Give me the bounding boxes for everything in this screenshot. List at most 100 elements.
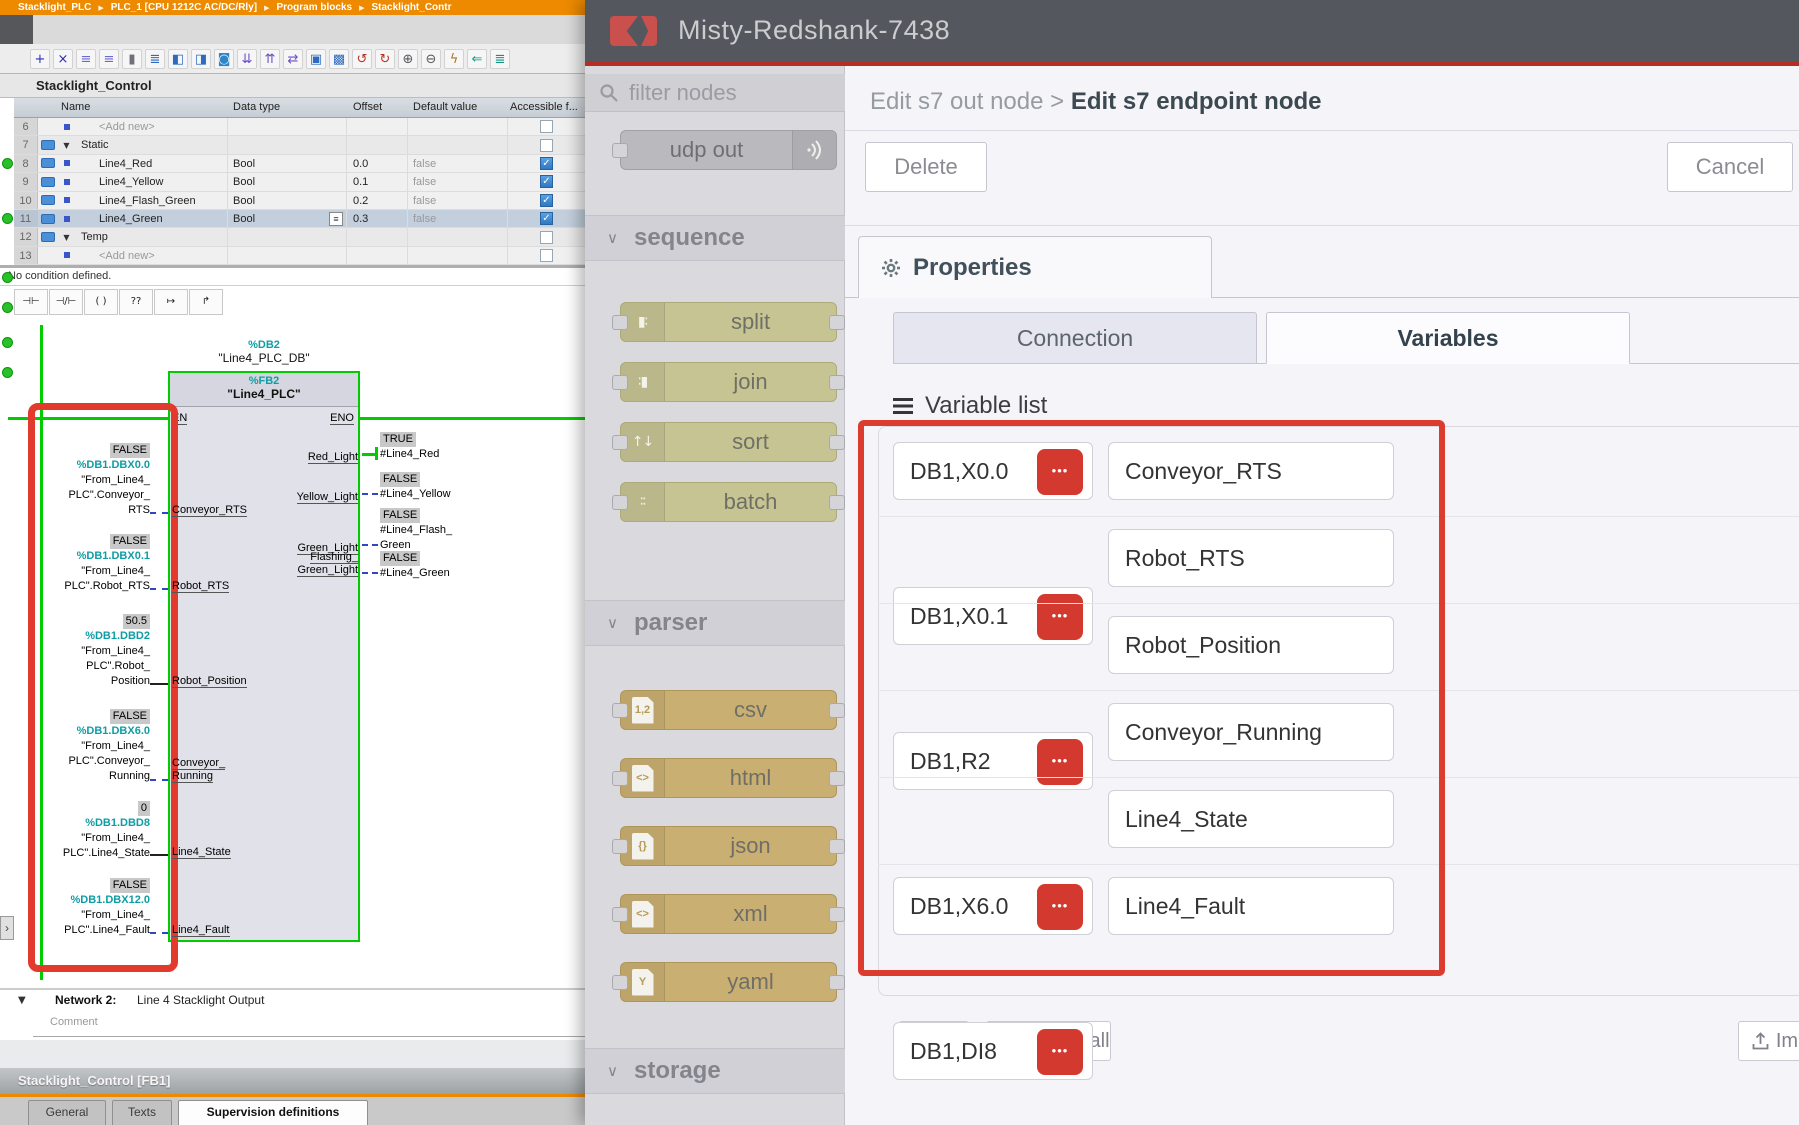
node-input-port[interactable] [612, 703, 628, 718]
reload-start-values-icon[interactable]: ↻ [375, 49, 395, 69]
coil-icon[interactable]: ( ) [84, 289, 118, 315]
download-declarations-icon[interactable]: ⇊ [237, 49, 257, 69]
footer-tab-general[interactable]: General [28, 1100, 106, 1125]
node-output-port[interactable] [829, 495, 845, 510]
expand-all-icon[interactable]: ≣ [145, 49, 165, 69]
variable-address-input[interactable]: DB1,DI8••• [893, 1022, 1093, 1080]
palette-node-xml[interactable]: <>xml [620, 894, 837, 934]
upload-declarations-icon[interactable]: ⇈ [260, 49, 280, 69]
node-output-port[interactable] [829, 907, 845, 922]
palette-section-storage[interactable]: ∨storage [585, 1048, 845, 1094]
node-input-port[interactable] [612, 375, 628, 390]
table-row[interactable]: 12▼Temp [14, 228, 585, 246]
palette-node-html[interactable]: <>html [620, 758, 837, 798]
palette-node-sort[interactable]: ↑↓sort [620, 422, 837, 462]
snapshot-icon[interactable]: ▩ [329, 49, 349, 69]
add-row-below-icon[interactable]: ≡ [99, 49, 119, 69]
fbd-input-operand[interactable]: 0%DB1.DBD8"From_Line4_PLC".Line4_State [18, 801, 150, 861]
node-output-port[interactable] [829, 771, 845, 786]
palette-node-udp-out[interactable]: udp out [620, 130, 837, 170]
compile-icon[interactable]: ϟ [444, 49, 464, 69]
accessible-checkbox[interactable] [540, 231, 553, 244]
node-input-port[interactable] [612, 771, 628, 786]
palette-section-parser[interactable]: ∨parser [585, 600, 845, 646]
palette-search[interactable]: filter nodes [585, 74, 845, 112]
table-row[interactable]: 8Line4_RedBool0.0false✓ [14, 155, 585, 173]
node-input-port[interactable] [612, 495, 628, 510]
palette-node-csv[interactable]: 1,2csv [620, 690, 837, 730]
table-row[interactable]: 6<Add new> [14, 118, 585, 136]
accessible-checkbox[interactable]: ✓ [540, 194, 553, 207]
breadcrumb-parent[interactable]: Edit s7 out node [870, 88, 1043, 115]
palette-node-batch[interactable]: ∶∶batch [620, 482, 837, 522]
node-output-port[interactable] [829, 703, 845, 718]
fbd-output-operand[interactable]: FALSE#Line4_Yellow [380, 472, 530, 502]
panel-collapse-button[interactable]: › [0, 916, 14, 940]
node-input-port[interactable] [612, 975, 628, 990]
accessible-checkbox[interactable] [540, 249, 553, 262]
footer-tab-supervision-definitions[interactable]: Supervision definitions [178, 1100, 368, 1125]
node-input-port[interactable] [612, 143, 628, 158]
monitor-block-icon[interactable]: ▣ [306, 49, 326, 69]
instance-db-label[interactable]: %DB2 "Line4_PLC_DB" [168, 339, 360, 365]
accessible-checkbox[interactable] [540, 120, 553, 133]
palette-node-json[interactable]: {}json [620, 826, 837, 866]
fbd-input-operand[interactable]: FALSE%DB1.DBX0.1"From_Line4_PLC".Robot_R… [18, 534, 150, 594]
group-expander-icon[interactable]: ▼ [63, 141, 69, 150]
keep-actual-values-icon[interactable]: ▮ [122, 49, 142, 69]
delete-row-icon[interactable]: × [53, 49, 73, 69]
node-output-port[interactable] [829, 435, 845, 450]
network-expander-icon[interactable]: ▼ [18, 995, 26, 1006]
fbd-input-operand[interactable]: FALSE%DB1.DBX0.0"From_Line4_PLC".Conveyo… [18, 443, 150, 518]
comment-icon[interactable]: ◙ [214, 49, 234, 69]
accessible-checkbox[interactable]: ✓ [540, 212, 553, 225]
normally-closed-contact-icon[interactable]: ⊣/⊢ [49, 289, 83, 315]
palette-node-split[interactable]: ▮∶split [620, 302, 837, 342]
node-input-port[interactable] [612, 907, 628, 922]
table-row[interactable]: 11Line4_GreenBool≡0.3false✓ [14, 210, 585, 228]
reset-start-values-icon[interactable]: ↺ [352, 49, 372, 69]
breadcrumb-segment[interactable]: Stacklight_PLC [18, 2, 91, 13]
accessible-checkbox[interactable]: ✓ [540, 157, 553, 170]
table-row[interactable]: 13<Add new> [14, 247, 585, 265]
open-branch-icon[interactable]: ↦ [154, 289, 188, 315]
breadcrumb-segment[interactable]: Program blocks [276, 2, 352, 13]
node-input-port[interactable] [612, 435, 628, 450]
accessible-checkbox[interactable]: ✓ [540, 175, 553, 188]
tab-connection[interactable]: Connection [893, 312, 1257, 364]
add-row-above-icon[interactable]: ≡ [76, 49, 96, 69]
breadcrumb-segment[interactable]: Stacklight_Contr [371, 2, 451, 13]
monitor-all-icon[interactable]: ≣ [490, 49, 510, 69]
load-snapshot-icon[interactable]: ⊕ [398, 49, 418, 69]
delete-button[interactable]: Delete [865, 142, 987, 192]
tab-variables[interactable]: Variables [1266, 312, 1630, 364]
empty-box-icon[interactable]: ?? [119, 289, 153, 315]
node-input-port[interactable] [612, 839, 628, 854]
node-input-port[interactable] [612, 315, 628, 330]
node-output-port[interactable] [829, 839, 845, 854]
import-button[interactable]: Imp [1738, 1021, 1799, 1061]
group-expander-icon[interactable]: ▼ [63, 233, 69, 242]
network-comment[interactable]: Comment [50, 1016, 98, 1028]
palette-node-join[interactable]: ∶▮join [620, 362, 837, 402]
insert-row-icon[interactable]: + [30, 49, 50, 69]
fbd-output-operand[interactable]: FALSE#Line4_Flash_Green [380, 508, 530, 553]
sync-declarations-icon[interactable]: ⇄ [283, 49, 303, 69]
normally-open-contact-icon[interactable]: ⊣⊢ [14, 289, 48, 315]
palette-node-yaml[interactable]: Yyaml [620, 962, 837, 1002]
fbd-input-operand[interactable]: FALSE%DB1.DBX12.0"From_Line4_PLC".Line4_… [18, 878, 150, 938]
accessible-checkbox[interactable] [540, 139, 553, 152]
split-horizontal-icon[interactable]: ◧ [168, 49, 188, 69]
footer-tab-texts[interactable]: Texts [112, 1100, 172, 1125]
close-branch-icon[interactable]: ↱ [189, 289, 223, 315]
fbd-input-operand[interactable]: 50.5%DB1.DBD2"From_Line4_PLC".Robot_Posi… [18, 614, 150, 689]
address-picker-button[interactable]: ••• [1037, 1029, 1083, 1075]
node-output-port[interactable] [829, 375, 845, 390]
go-online-icon[interactable]: ⇐ [467, 49, 487, 69]
node-output-port[interactable] [829, 315, 845, 330]
clear-snapshot-icon[interactable]: ⊖ [421, 49, 441, 69]
palette-section-sequence[interactable]: ∨sequence [585, 215, 845, 261]
fbd-output-operand[interactable]: TRUE#Line4_Red [380, 432, 530, 462]
data-type-picker-button[interactable]: ≡ [329, 212, 343, 226]
table-row[interactable]: 9Line4_YellowBool0.1false✓ [14, 173, 585, 191]
